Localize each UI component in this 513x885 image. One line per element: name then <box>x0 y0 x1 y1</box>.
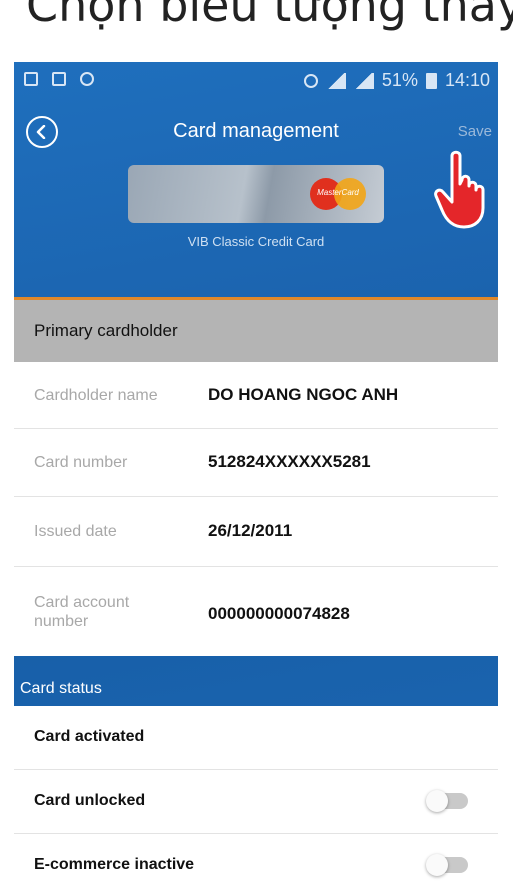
signal-icon <box>325 72 346 89</box>
card-account-number-label: Card account number <box>34 594 130 630</box>
card-activated-label: Card activated <box>34 728 145 745</box>
cardholder-details-panel: Cardholder name DO HOANG NGOC ANH Card n… <box>14 362 498 656</box>
primary-cardholder-header: Primary cardholder <box>14 300 498 362</box>
card-number-label: Card number <box>34 454 128 471</box>
ecommerce-inactive-row[interactable]: E-commerce inactive <box>14 834 498 885</box>
card-name: VIB Classic Credit Card <box>187 234 325 249</box>
alarm-icon <box>303 73 318 88</box>
ecommerce-inactive-label: E-commerce inactive <box>34 856 195 873</box>
card-number-row: Card number 512824XXXXXX5281 <box>14 429 498 497</box>
card-activated-row: Card activated <box>14 706 498 770</box>
mail-icon <box>52 72 66 86</box>
clock: 14:10 <box>444 70 490 90</box>
sync-icon <box>80 72 94 86</box>
card-account-number-value: 000000000074828 <box>208 604 350 623</box>
cardholder-name-value: DO HOANG NGOC ANH <box>208 385 399 404</box>
card-number-value: 512824XXXXXX5281 <box>208 452 371 471</box>
battery-percent: 51% <box>381 70 418 90</box>
instruction-caption: Chọn biểu tượng thay đổi <box>0 0 513 62</box>
card-unlocked-row[interactable]: Card unlocked <box>14 770 498 834</box>
battery-icon <box>425 72 437 89</box>
issued-date-value: 26/12/2011 <box>208 521 293 540</box>
save-button[interactable]: Save <box>458 123 492 140</box>
caption-text: Chọn biểu tượng thay đổi <box>26 0 513 32</box>
phone-screen: 51% 14:10 Card management Save MasterCar… <box>14 62 498 885</box>
card-account-number-row: Card account number 000000000074828 <box>14 567 498 656</box>
pointing-hand-icon <box>434 150 485 229</box>
card-status-header: Card status <box>20 680 102 697</box>
screenshot-icon <box>24 72 38 86</box>
ecommerce-inactive-toggle[interactable] <box>426 854 468 876</box>
card-status-panel: Card activated Card unlocked E-commerce … <box>14 706 498 885</box>
status-bar: 51% 14:10 <box>14 62 498 102</box>
credit-card-image: MasterCard <box>128 165 384 223</box>
app-bar: Card management Save <box>14 110 498 154</box>
card-unlocked-toggle[interactable] <box>426 790 468 812</box>
signal-2-icon <box>353 72 374 89</box>
issued-date-row: Issued date 26/12/2011 <box>14 497 498 567</box>
issued-date-label: Issued date <box>34 523 117 540</box>
mastercard-logo: MasterCard <box>310 178 366 210</box>
page-title: Card management <box>173 120 339 142</box>
card-unlocked-label: Card unlocked <box>34 792 146 809</box>
cardholder-name-row: Cardholder name DO HOANG NGOC ANH <box>14 362 498 429</box>
section-title: Primary cardholder <box>34 321 178 340</box>
cardholder-name-label: Cardholder name <box>34 387 158 404</box>
